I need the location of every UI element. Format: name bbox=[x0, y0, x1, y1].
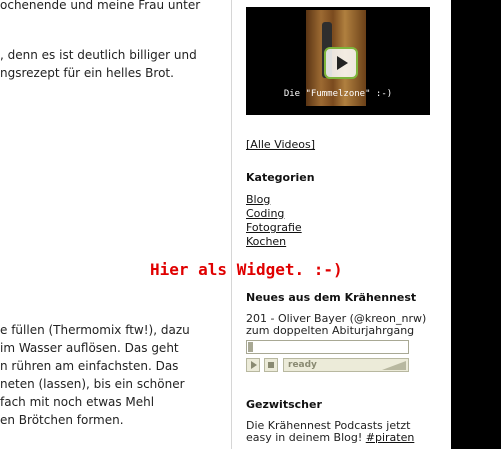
tweet-text: easy in deinem Blog! bbox=[246, 431, 366, 444]
progress-handle[interactable] bbox=[248, 342, 253, 352]
twitter-heading: Gezwitscher bbox=[246, 398, 322, 411]
black-edge bbox=[451, 0, 501, 449]
list-item: Blog bbox=[246, 193, 302, 207]
video-player[interactable]: Die "Fummelzone" :-) bbox=[246, 7, 430, 115]
post-text-line: ngsrezept für ein helles Brot. bbox=[0, 66, 174, 80]
video-caption: Die "Fummelzone" :-) bbox=[283, 89, 393, 99]
audio-play-icon[interactable] bbox=[246, 358, 260, 372]
post-content: ochenende und meine Frau unter , denn es… bbox=[0, 0, 225, 449]
post-text-line: fach mit noch etwas Mehl bbox=[0, 395, 155, 409]
all-videos-link[interactable]: [Alle Videos] bbox=[246, 138, 315, 151]
volume-icon[interactable] bbox=[382, 361, 406, 370]
column-divider bbox=[231, 0, 232, 449]
player-status: ready bbox=[283, 358, 409, 372]
post-text-line: e füllen (Thermomix ftw!), dazu bbox=[0, 323, 190, 337]
category-link-blog[interactable]: Blog bbox=[246, 193, 270, 206]
audio-progress-bar[interactable] bbox=[246, 340, 409, 354]
post-text-line: ochenende und meine Frau unter bbox=[0, 0, 201, 12]
player-status-text: ready bbox=[288, 360, 317, 370]
post-text-line: im Wasser auflösen. Das geht bbox=[0, 341, 179, 355]
tweet-line-2: easy in deinem Blog! #piraten bbox=[246, 432, 436, 444]
post-text-line: neten (lassen), bis ein schöner bbox=[0, 377, 185, 391]
category-link-fotografie[interactable]: Fotografie bbox=[246, 221, 302, 234]
audio-controls: ready bbox=[246, 358, 409, 372]
hashtag-link[interactable]: #piraten bbox=[366, 431, 415, 444]
podcast-heading: Neues aus dem Krähennest bbox=[246, 291, 417, 304]
episode-title: 201 - Oliver Bayer (@kreon_nrw) zum dopp… bbox=[246, 313, 426, 337]
all-videos-link-wrapper: [Alle Videos] bbox=[246, 138, 315, 151]
post-text-line: en Brötchen formen. bbox=[0, 413, 124, 427]
category-link-kochen[interactable]: Kochen bbox=[246, 235, 286, 248]
tweet: Die Krähennest Podcasts jetzt easy in de… bbox=[246, 420, 436, 444]
annotation-label: Hier als Widget. :-) bbox=[150, 260, 343, 279]
post-text-line: n rühren am einfachsten. Das bbox=[0, 359, 179, 373]
post-text-line: , denn es ist deutlich billiger und bbox=[0, 48, 197, 62]
list-item: Fotografie bbox=[246, 221, 302, 235]
audio-stop-icon[interactable] bbox=[264, 358, 278, 372]
category-link-coding[interactable]: Coding bbox=[246, 207, 284, 220]
list-item: Kochen bbox=[246, 235, 302, 249]
episode-title-line: zum doppelten Abiturjahrgang bbox=[246, 324, 415, 337]
categories-heading: Kategorien bbox=[246, 171, 315, 184]
list-item: Coding bbox=[246, 207, 302, 221]
play-icon[interactable] bbox=[324, 47, 358, 79]
category-list: Blog Coding Fotografie Kochen bbox=[246, 193, 302, 249]
